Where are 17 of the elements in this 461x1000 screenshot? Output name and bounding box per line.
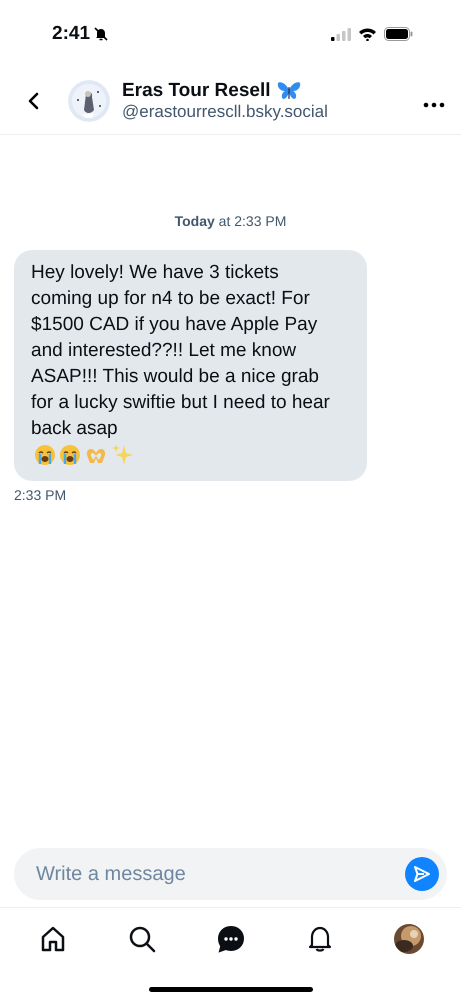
- message-input-field[interactable]: Write a message: [14, 848, 447, 900]
- message-text: Hey lovely! We have 3 tickets coming up for n4 to be exact! For $1500 CAD if you have Apple Pay and interested??!! Let me know ASAP!!! This would be a nice grab for a lucky swiftie but I need to hear back asap: [31, 261, 331, 441]
- bell-slash-icon: [93, 26, 110, 42]
- crying-face-icon: [59, 444, 81, 466]
- crying-face-icon: [34, 444, 56, 466]
- profile-tab[interactable]: [392, 923, 424, 955]
- date-divider: Today at 2:33 PM: [174, 213, 286, 229]
- wifi-icon: [358, 27, 377, 41]
- clock-time: 2:41: [52, 23, 90, 45]
- signal-icon: [331, 28, 351, 40]
- battery-icon: [384, 27, 413, 41]
- butterfly-icon: [276, 81, 301, 101]
- message-time: 2:33 PM: [14, 487, 68, 503]
- contact-name: Eras Tour Resell: [122, 80, 271, 102]
- contact-handle: @erastourrescll.bsky.social: [122, 102, 329, 122]
- send-icon: [412, 864, 432, 884]
- sparkles-icon: [111, 442, 135, 466]
